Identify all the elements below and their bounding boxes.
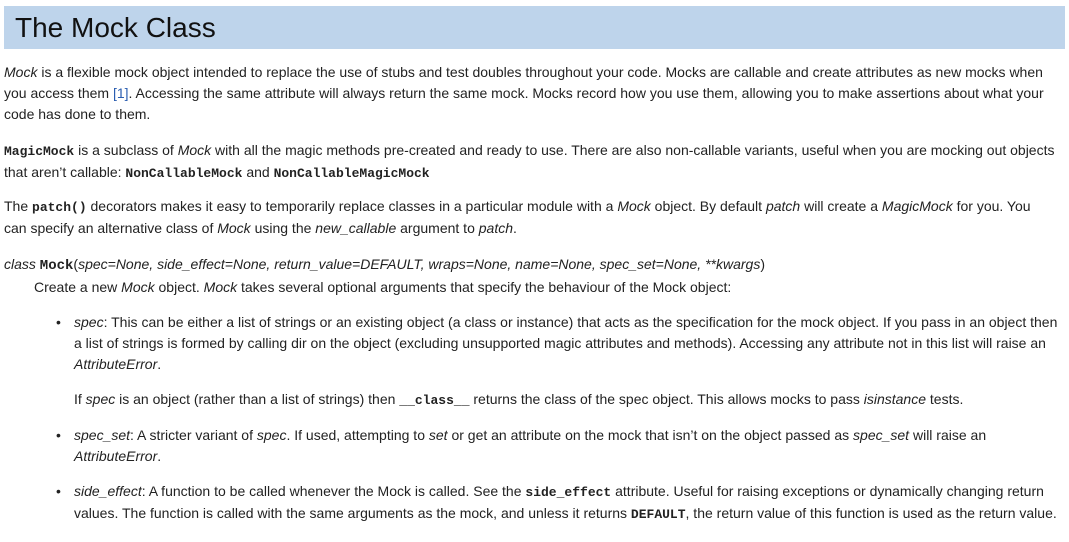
patch-paragraph: The patch() decorators makes it easy to … <box>4 196 1056 239</box>
emphasis: patch <box>478 220 513 236</box>
text: . <box>513 220 517 236</box>
emphasis: spec <box>85 391 116 407</box>
code-class: __class__ <box>399 393 470 408</box>
bullet-icon: • <box>56 314 61 330</box>
text: : A function to be called whenever the M… <box>141 483 526 499</box>
text: If <box>74 391 86 407</box>
bullet-icon: • <box>56 483 61 499</box>
emphasis: AttributeError <box>74 448 158 464</box>
list-item-spec-set: spec_set: A stricter variant of spec. If… <box>74 425 1060 467</box>
text: object. By default <box>650 198 766 214</box>
text: will create a <box>800 198 882 214</box>
text: argument to <box>396 220 479 236</box>
text: using the <box>250 220 316 236</box>
param-name: spec <box>74 314 104 330</box>
emphasis: set <box>428 427 448 443</box>
emphasis: Mock <box>4 64 38 80</box>
list-item-side-effect: side_effect: A function to be called whe… <box>74 481 1060 525</box>
class-description: Create a new Mock object. Mock takes sev… <box>34 277 1054 298</box>
class-signature: class Mock(spec=None, side_effect=None, … <box>4 254 1056 277</box>
bullet-icon: • <box>56 427 61 443</box>
emphasis: AttributeError <box>74 356 158 372</box>
code-patch: patch() <box>32 200 87 215</box>
param-name: side_effect <box>74 483 142 499</box>
param-name: spec_set <box>74 427 131 443</box>
code-noncallablemock: NonCallableMock <box>125 166 243 181</box>
code-side-effect: side_effect <box>525 485 612 500</box>
emphasis: patch <box>765 198 801 214</box>
intro-paragraph: Mock is a flexible mock object intended … <box>4 62 1056 125</box>
code-default: DEFAULT <box>630 507 686 522</box>
list-item-spec-note: If spec is an object (rather than a list… <box>74 389 1060 411</box>
emphasis: Mock <box>217 220 251 236</box>
emphasis: Mock <box>203 279 238 295</box>
text: . Accessing the same attribute will alwa… <box>4 85 1044 122</box>
class-keyword: class <box>4 256 40 272</box>
paren-close: ) <box>760 256 765 272</box>
text: : This can be either a list of strings o… <box>74 314 1058 351</box>
magicmock-paragraph: MagicMock is a subclass of Mock with all… <box>4 140 1056 184</box>
text: is an object (rather than a list of stri… <box>115 391 400 407</box>
emphasis: spec_set <box>853 427 910 443</box>
emphasis: Mock <box>617 198 651 214</box>
emphasis: spec <box>256 427 287 443</box>
text: will raise an <box>909 427 987 443</box>
text: . <box>157 356 162 372</box>
text: tests. <box>926 391 964 407</box>
page-title: The Mock Class <box>15 12 216 43</box>
section-header: The Mock Class <box>4 6 1065 49</box>
emphasis: MagicMock <box>881 198 953 214</box>
class-name: Mock <box>39 258 74 274</box>
list-item-spec: spec: This can be either a list of strin… <box>74 312 1060 375</box>
text: and <box>242 164 274 180</box>
text: . If used, attempting to <box>286 427 429 443</box>
text: returns the class of the spec object. Th… <box>469 391 864 407</box>
text: or get an attribute on the mock that isn… <box>447 427 854 443</box>
text: takes several optional arguments that sp… <box>237 279 732 295</box>
text: , the return value of this function is u… <box>685 505 1057 521</box>
emphasis: isinstance <box>863 391 927 407</box>
text: The <box>4 198 33 214</box>
class-params: spec=None, side_effect=None, return_valu… <box>78 256 761 272</box>
text: decorators makes it easy to temporarily … <box>86 198 618 214</box>
emphasis: Mock <box>121 279 155 295</box>
text: : A stricter variant of <box>130 427 257 443</box>
emphasis: new_callable <box>315 220 397 236</box>
code-noncallablemagicmock: NonCallableMagicMock <box>273 166 430 181</box>
emphasis: Mock <box>177 142 212 158</box>
text: is a subclass of <box>74 142 178 158</box>
text: object. <box>154 279 204 295</box>
text: . <box>157 448 162 464</box>
footnote-link[interactable]: [1] <box>113 85 129 101</box>
text: Create a new <box>34 279 122 295</box>
code-magicmock: MagicMock <box>4 144 75 159</box>
